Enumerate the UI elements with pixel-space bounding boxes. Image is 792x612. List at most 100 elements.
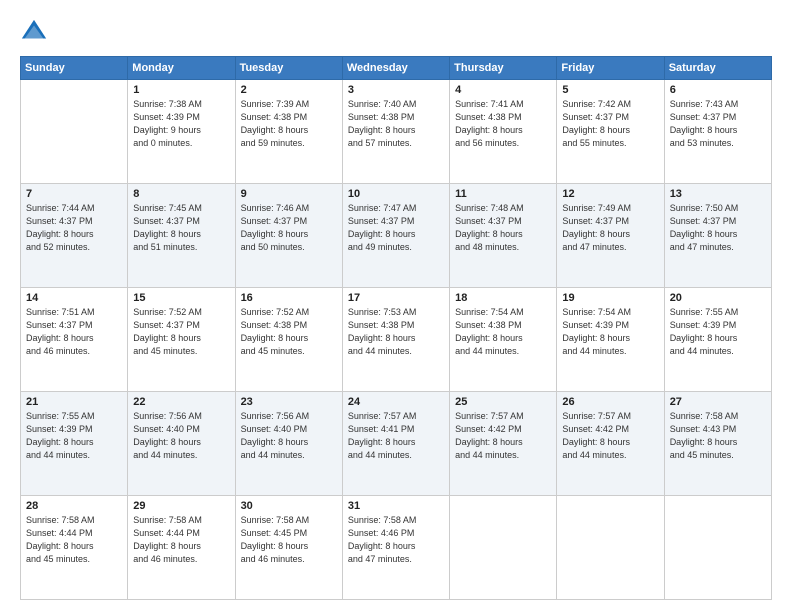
logo-icon [20, 18, 48, 46]
calendar-cell: 6 Sunrise: 7:43 AMSunset: 4:37 PMDaylight… [664, 80, 771, 184]
day-info: Sunrise: 7:38 AMSunset: 4:39 PMDaylight:… [133, 98, 229, 150]
day-info: Sunrise: 7:48 AMSunset: 4:37 PMDaylight:… [455, 202, 551, 254]
day-number: 11 [455, 188, 551, 200]
calendar-cell: 9 Sunrise: 7:46 AMSunset: 4:37 PMDaylight… [235, 184, 342, 288]
day-number: 24 [348, 396, 444, 408]
day-info: Sunrise: 7:57 AMSunset: 4:42 PMDaylight:… [455, 410, 551, 462]
day-number: 27 [670, 396, 766, 408]
day-number: 6 [670, 84, 766, 96]
day-info: Sunrise: 7:43 AMSunset: 4:37 PMDaylight:… [670, 98, 766, 150]
calendar-cell: 28 Sunrise: 7:58 AMSunset: 4:44 PMDayligh… [21, 496, 128, 600]
calendar-cell: 16 Sunrise: 7:52 AMSunset: 4:38 PMDayligh… [235, 288, 342, 392]
calendar-cell: 7 Sunrise: 7:44 AMSunset: 4:37 PMDaylight… [21, 184, 128, 288]
calendar-cell: 10 Sunrise: 7:47 AMSunset: 4:37 PMDayligh… [342, 184, 449, 288]
day-info: Sunrise: 7:45 AMSunset: 4:37 PMDaylight:… [133, 202, 229, 254]
weekday-header-row: SundayMondayTuesdayWednesdayThursdayFrid… [21, 57, 772, 80]
weekday-header-tuesday: Tuesday [235, 57, 342, 80]
day-info: Sunrise: 7:57 AMSunset: 4:41 PMDaylight:… [348, 410, 444, 462]
calendar-cell: 5Sunrise: 7:42 AMSunset: 4:37 PMDaylight… [557, 80, 664, 184]
calendar-week-row: 28 Sunrise: 7:58 AMSunset: 4:44 PMDayligh… [21, 496, 772, 600]
day-number: 13 [670, 188, 766, 200]
day-info: Sunrise: 7:44 AMSunset: 4:37 PMDaylight:… [26, 202, 122, 254]
day-info: Sunrise: 7:50 AMSunset: 4:37 PMDaylight:… [670, 202, 766, 254]
day-number: 8 [133, 188, 229, 200]
weekday-header-monday: Monday [128, 57, 235, 80]
calendar-week-row: 1 Sunrise: 7:38 AMSunset: 4:39 PMDaylight… [21, 80, 772, 184]
calendar-cell: 18Sunrise: 7:54 AMSunset: 4:38 PMDayligh… [450, 288, 557, 392]
weekday-header-saturday: Saturday [664, 57, 771, 80]
weekday-header-sunday: Sunday [21, 57, 128, 80]
day-info: Sunrise: 7:42 AMSunset: 4:37 PMDaylight:… [562, 98, 658, 150]
calendar-cell: 29 Sunrise: 7:58 AMSunset: 4:44 PMDayligh… [128, 496, 235, 600]
day-number: 18 [455, 292, 551, 304]
day-info: Sunrise: 7:39 AMSunset: 4:38 PMDaylight:… [241, 98, 337, 150]
calendar-cell: 21Sunrise: 7:55 AMSunset: 4:39 PMDayligh… [21, 392, 128, 496]
calendar-table: SundayMondayTuesdayWednesdayThursdayFrid… [20, 56, 772, 600]
day-number: 16 [241, 292, 337, 304]
day-info: Sunrise: 7:52 AMSunset: 4:38 PMDaylight:… [241, 306, 337, 358]
day-info: Sunrise: 7:56 AMSunset: 4:40 PMDaylight:… [241, 410, 337, 462]
calendar-cell: 19Sunrise: 7:54 AMSunset: 4:39 PMDayligh… [557, 288, 664, 392]
weekday-header-thursday: Thursday [450, 57, 557, 80]
calendar-cell: 2 Sunrise: 7:39 AMSunset: 4:38 PMDaylight… [235, 80, 342, 184]
day-number: 31 [348, 500, 444, 512]
day-info: Sunrise: 7:46 AMSunset: 4:37 PMDaylight:… [241, 202, 337, 254]
day-number: 30 [241, 500, 337, 512]
day-info: Sunrise: 7:58 AMSunset: 4:44 PMDaylight:… [26, 514, 122, 566]
calendar-cell: 17Sunrise: 7:53 AMSunset: 4:38 PMDayligh… [342, 288, 449, 392]
logo [20, 18, 50, 46]
weekday-header-friday: Friday [557, 57, 664, 80]
calendar-cell: 24 Sunrise: 7:57 AMSunset: 4:41 PMDayligh… [342, 392, 449, 496]
day-info: Sunrise: 7:55 AMSunset: 4:39 PMDaylight:… [26, 410, 122, 462]
calendar-cell: 4Sunrise: 7:41 AMSunset: 4:38 PMDaylight… [450, 80, 557, 184]
day-number: 23 [241, 396, 337, 408]
calendar-cell: 15Sunrise: 7:52 AMSunset: 4:37 PMDayligh… [128, 288, 235, 392]
day-number: 2 [241, 84, 337, 96]
calendar-cell: 30Sunrise: 7:58 AMSunset: 4:45 PMDayligh… [235, 496, 342, 600]
day-info: Sunrise: 7:57 AMSunset: 4:42 PMDaylight:… [562, 410, 658, 462]
day-number: 25 [455, 396, 551, 408]
day-info: Sunrise: 7:58 AMSunset: 4:44 PMDaylight:… [133, 514, 229, 566]
day-info: Sunrise: 7:47 AMSunset: 4:37 PMDaylight:… [348, 202, 444, 254]
day-number: 10 [348, 188, 444, 200]
calendar-cell [557, 496, 664, 600]
day-number: 22 [133, 396, 229, 408]
calendar-cell [664, 496, 771, 600]
calendar-cell: 31Sunrise: 7:58 AMSunset: 4:46 PMDayligh… [342, 496, 449, 600]
day-number: 3 [348, 84, 444, 96]
day-number: 29 [133, 500, 229, 512]
calendar-cell [450, 496, 557, 600]
calendar-cell: 25 Sunrise: 7:57 AMSunset: 4:42 PMDayligh… [450, 392, 557, 496]
day-number: 20 [670, 292, 766, 304]
day-info: Sunrise: 7:49 AMSunset: 4:37 PMDaylight:… [562, 202, 658, 254]
day-number: 9 [241, 188, 337, 200]
calendar-cell: 22 Sunrise: 7:56 AMSunset: 4:40 PMDayligh… [128, 392, 235, 496]
day-info: Sunrise: 7:40 AMSunset: 4:38 PMDaylight:… [348, 98, 444, 150]
day-info: Sunrise: 7:53 AMSunset: 4:38 PMDaylight:… [348, 306, 444, 358]
calendar-cell: 20 Sunrise: 7:55 AMSunset: 4:39 PMDayligh… [664, 288, 771, 392]
day-info: Sunrise: 7:55 AMSunset: 4:39 PMDaylight:… [670, 306, 766, 358]
day-number: 1 [133, 84, 229, 96]
calendar-cell: 26 Sunrise: 7:57 AMSunset: 4:42 PMDayligh… [557, 392, 664, 496]
calendar-cell: 1 Sunrise: 7:38 AMSunset: 4:39 PMDaylight… [128, 80, 235, 184]
calendar-cell: 12Sunrise: 7:49 AMSunset: 4:37 PMDayligh… [557, 184, 664, 288]
calendar-cell: 13 Sunrise: 7:50 AMSunset: 4:37 PMDayligh… [664, 184, 771, 288]
calendar-week-row: 21Sunrise: 7:55 AMSunset: 4:39 PMDayligh… [21, 392, 772, 496]
day-number: 28 [26, 500, 122, 512]
calendar-cell [21, 80, 128, 184]
day-info: Sunrise: 7:56 AMSunset: 4:40 PMDaylight:… [133, 410, 229, 462]
calendar-week-row: 7 Sunrise: 7:44 AMSunset: 4:37 PMDaylight… [21, 184, 772, 288]
calendar-cell: 27 Sunrise: 7:58 AMSunset: 4:43 PMDayligh… [664, 392, 771, 496]
calendar-cell: 23 Sunrise: 7:56 AMSunset: 4:40 PMDayligh… [235, 392, 342, 496]
day-info: Sunrise: 7:51 AMSunset: 4:37 PMDaylight:… [26, 306, 122, 358]
calendar-cell: 8 Sunrise: 7:45 AMSunset: 4:37 PMDaylight… [128, 184, 235, 288]
day-number: 14 [26, 292, 122, 304]
day-number: 26 [562, 396, 658, 408]
calendar-cell: 14 Sunrise: 7:51 AMSunset: 4:37 PMDayligh… [21, 288, 128, 392]
calendar-cell: 3 Sunrise: 7:40 AMSunset: 4:38 PMDaylight… [342, 80, 449, 184]
calendar-cell: 11 Sunrise: 7:48 AMSunset: 4:37 PMDayligh… [450, 184, 557, 288]
calendar-week-row: 14 Sunrise: 7:51 AMSunset: 4:37 PMDayligh… [21, 288, 772, 392]
day-info: Sunrise: 7:54 AMSunset: 4:39 PMDaylight:… [562, 306, 658, 358]
day-info: Sunrise: 7:58 AMSunset: 4:43 PMDaylight:… [670, 410, 766, 462]
day-number: 7 [26, 188, 122, 200]
